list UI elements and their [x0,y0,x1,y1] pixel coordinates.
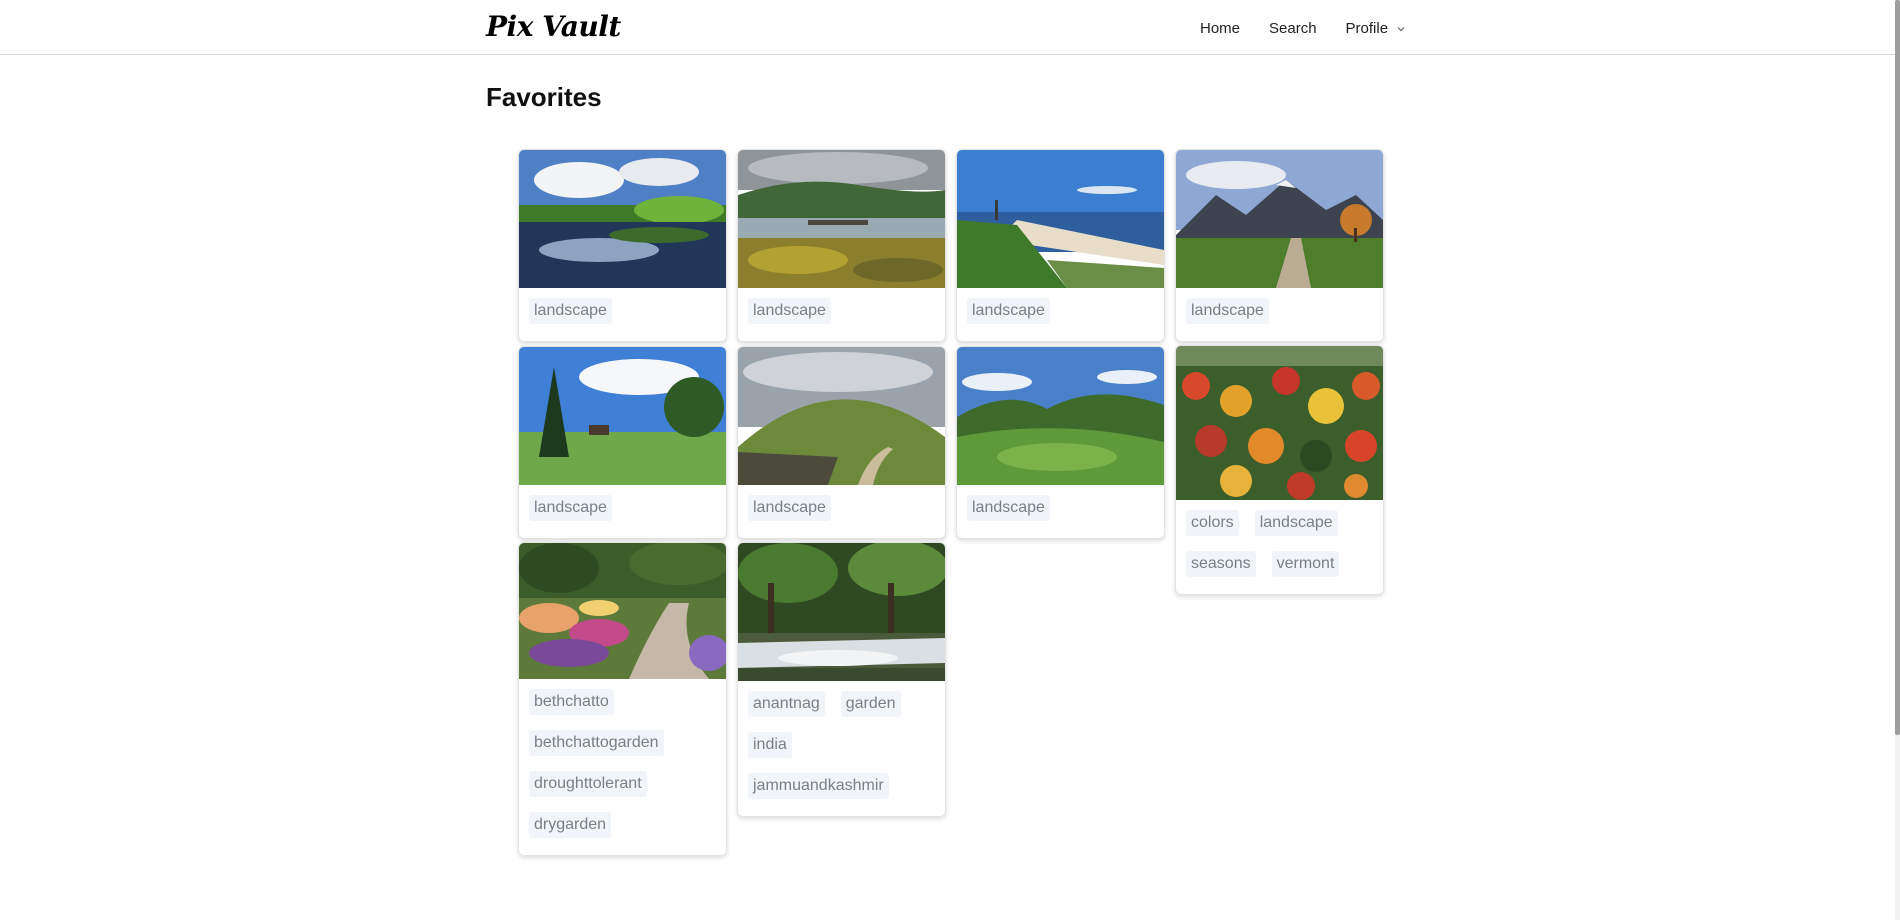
page-scrollbar[interactable] [1895,0,1900,920]
nav-links: Home Search Profile [1200,20,1406,37]
photo-card[interactable]: landscape [956,149,1165,342]
photo-card[interactable]: landscape [518,346,727,539]
tag-chip[interactable]: landscape [748,495,831,521]
tag-chip[interactable]: india [748,732,792,758]
photo-card[interactable]: colors landscape seasons vermont [1175,345,1384,595]
tag-list: landscape [957,485,1164,538]
photo-card[interactable]: landscape [737,346,946,539]
top-navbar: Pix Vault Home Search Profile [0,0,1895,55]
chevron-down-icon [1397,26,1405,31]
tag-chip[interactable]: drygarden [529,812,612,838]
tag-chip[interactable]: anantnag [748,691,825,717]
tag-list: landscape [738,485,945,538]
tag-chip[interactable]: droughttolerant [529,771,647,797]
app-logo[interactable]: Pix Vault [486,10,621,43]
nav-home-link[interactable]: Home [1200,20,1240,37]
tag-chip[interactable]: landscape [1254,510,1338,536]
photo-thumbnail[interactable] [957,347,1164,485]
tag-chip[interactable]: garden [840,691,901,717]
tag-list: landscape [519,288,726,341]
scrollbar-thumb[interactable] [1895,0,1900,735]
tag-chip[interactable]: landscape [1186,298,1269,324]
tag-list: landscape [519,485,726,538]
tag-chip[interactable]: landscape [529,298,612,324]
tag-chip[interactable]: jammuandkashmir [748,773,889,799]
tag-list: landscape [738,288,945,341]
photo-card[interactable]: bethchatto bethchattogarden droughttoler… [518,542,727,856]
tag-list: landscape [1176,288,1383,341]
tag-chip[interactable]: landscape [967,298,1050,324]
tag-list: landscape [957,288,1164,341]
photo-card[interactable]: landscape [1175,149,1384,342]
page-title: Favorites [486,82,602,112]
photo-card[interactable]: landscape [956,346,1165,539]
tag-chip[interactable]: vermont [1271,551,1340,577]
nav-profile-label: Profile [1345,20,1389,37]
photo-thumbnail[interactable] [519,543,726,679]
tag-chip[interactable]: seasons [1186,551,1256,577]
photo-card[interactable]: landscape [518,149,727,342]
tag-list: anantnag garden india jammuandkashmir [738,681,945,816]
tag-chip[interactable]: landscape [529,495,612,521]
nav-profile-menu[interactable]: Profile [1346,20,1407,37]
tag-chip[interactable]: bethchattogarden [529,730,664,756]
tag-chip[interactable]: landscape [967,495,1050,521]
photo-thumbnail[interactable] [738,150,945,288]
tag-list: bethchatto bethchattogarden droughttoler… [519,679,726,855]
tag-chip[interactable]: landscape [748,298,831,324]
nav-search-link[interactable]: Search [1269,20,1317,37]
photo-thumbnail[interactable] [519,150,726,288]
tag-list: colors landscape seasons vermont [1176,500,1383,594]
photo-card[interactable]: anantnag garden india jammuandkashmir [737,542,946,817]
tag-chip[interactable]: colors [1186,510,1239,536]
tag-chip[interactable]: bethchatto [529,689,614,715]
photo-card[interactable]: landscape [737,149,946,342]
photo-thumbnail[interactable] [738,543,945,681]
photo-thumbnail[interactable] [738,347,945,485]
photo-thumbnail[interactable] [957,150,1164,288]
photo-thumbnail[interactable] [519,347,726,485]
photo-thumbnail[interactable] [1176,346,1383,500]
photo-thumbnail[interactable] [1176,150,1383,288]
